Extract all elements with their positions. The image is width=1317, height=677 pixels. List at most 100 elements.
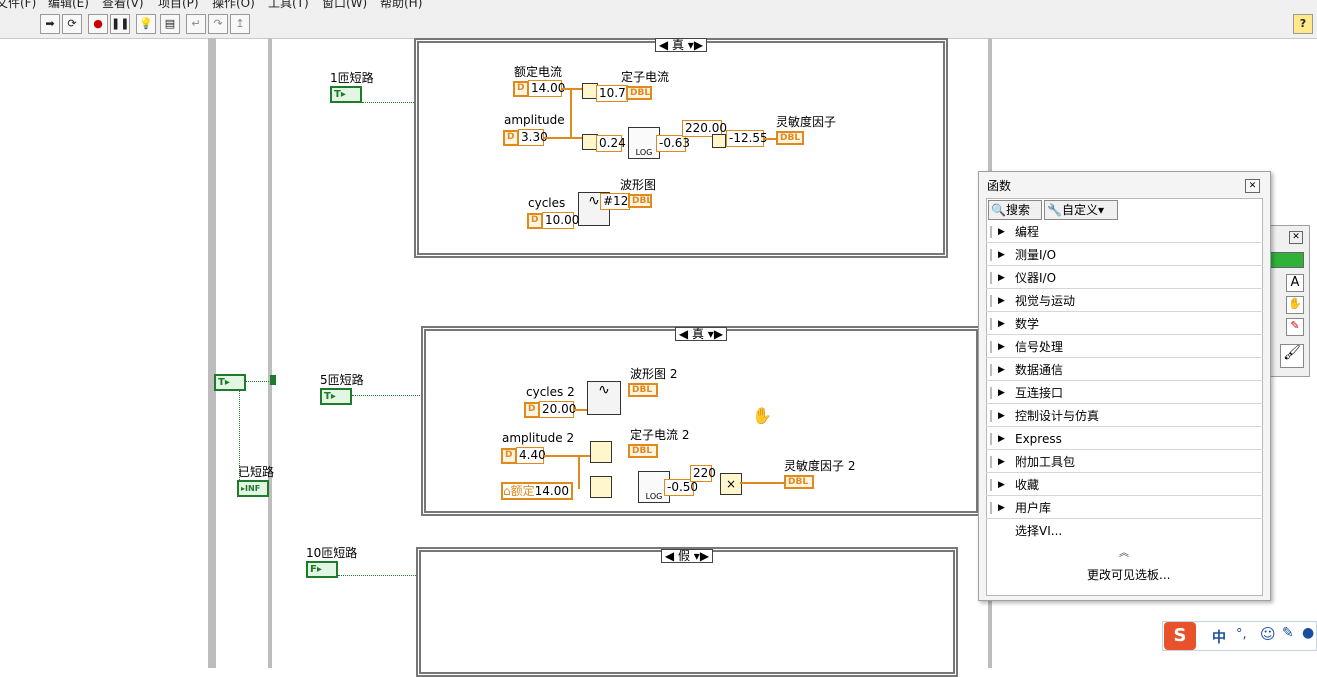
case1-wire: [362, 102, 418, 103]
expand-arrow-icon: ▶: [998, 434, 1005, 444]
case1-selector[interactable]: ◀ 真 ▾▶: [655, 38, 707, 52]
menu-tools[interactable]: 工具(T): [268, 0, 309, 10]
hand-tool-icon[interactable]: ✋: [1286, 296, 1304, 314]
outer-loop-border: [208, 38, 216, 668]
shorted-label: 已短路: [238, 465, 275, 479]
tools-close-icon[interactable]: ✕: [1289, 231, 1303, 244]
probe-tool-icon[interactable]: ✎: [1286, 318, 1304, 336]
palette-item-connectivity[interactable]: ▶ 互连接口: [986, 382, 1263, 404]
ime-punctuation[interactable]: °,: [1236, 627, 1247, 642]
palette-close-icon[interactable]: ✕: [1245, 179, 1260, 193]
sensitivity2-indicator: DBL: [784, 475, 814, 489]
waveform-label: 波形图: [620, 178, 657, 192]
case2-selector[interactable]: ◀ 真 ▾▶: [675, 327, 727, 341]
toolbar: ➡ ⟳ ● ❚❚ 💡 ▤ ↵ ↷ ↥ ?: [0, 10, 1317, 39]
palette-item-select-vi[interactable]: 选择VI...: [986, 520, 1263, 542]
cycles2-label: cycles 2: [526, 385, 575, 399]
palette-item-measurement-io[interactable]: ▶ 测量I/O: [986, 244, 1263, 266]
constant2-value[interactable]: 220: [690, 465, 716, 482]
case3-wire: [338, 575, 420, 576]
highlight-execution-icon[interactable]: 💡: [136, 14, 156, 34]
menu-edit[interactable]: 编辑(E): [48, 0, 89, 10]
shorted-indicator[interactable]: ▸INF: [237, 480, 269, 497]
palette-item-data-communication[interactable]: ▶ 数据通信: [986, 359, 1263, 381]
wire: [764, 138, 776, 140]
palette-item-express[interactable]: ▶ Express: [986, 428, 1263, 450]
palette-customize-button[interactable]: 🔧自定义▾: [1044, 200, 1118, 220]
expand-arrow-icon: ▶: [998, 503, 1005, 513]
run-continuously-icon[interactable]: ⟳: [62, 14, 82, 34]
wire: [544, 455, 590, 457]
step-into-icon[interactable]: ↵: [186, 14, 206, 34]
palette-item-addons[interactable]: ▶ 附加工具包: [986, 451, 1263, 473]
amplitude2-term: D: [501, 448, 517, 464]
palette-item-user-libraries[interactable]: ▶ 用户库: [986, 497, 1263, 519]
menu-help[interactable]: 帮助(H): [380, 0, 422, 10]
palette-item-instrument-io[interactable]: ▶ 仪器I/O: [986, 267, 1263, 289]
cycles-term: D: [527, 213, 543, 229]
amplitude2-value[interactable]: 4.40: [516, 447, 546, 464]
palette-search-button[interactable]: 🔍搜索: [988, 200, 1042, 220]
rated-current-value[interactable]: 14.00: [528, 80, 565, 97]
palette-item-mathematics[interactable]: ▶ 数学: [986, 313, 1263, 335]
wire: [574, 409, 587, 411]
step-over-icon[interactable]: ↷: [208, 14, 228, 34]
ime-mode-chinese[interactable]: 中: [1212, 627, 1226, 647]
stator-current2-indicator: DBL: [628, 444, 658, 458]
retain-wire-values-icon[interactable]: ▤: [160, 14, 180, 34]
auto-tool-icon[interactable]: [1268, 252, 1304, 268]
sensitivity-value[interactable]: -12.55: [726, 130, 768, 147]
color-brush-icon[interactable]: 🖌: [1280, 344, 1304, 368]
sogou-logo-icon[interactable]: S: [1164, 622, 1196, 650]
abort-icon[interactable]: ●: [88, 14, 108, 34]
step-out-icon[interactable]: ↥: [230, 14, 250, 34]
menu-file[interactable]: 文件(F): [0, 0, 36, 10]
pause-icon[interactable]: ❚❚: [110, 14, 130, 34]
stator-current-indicator: DBL: [626, 86, 652, 100]
palette-item-favorites[interactable]: ▶ 收藏: [986, 474, 1263, 496]
waveform-value[interactable]: #128: [600, 193, 636, 210]
case3-selector[interactable]: ◀ 假 ▾▶: [661, 549, 713, 563]
amplitude-term: D: [503, 130, 519, 146]
case3-control-label: 10匝短路: [306, 546, 358, 560]
palette-item-programming[interactable]: ▶ 编程: [986, 221, 1263, 243]
palette-item-vision-motion[interactable]: ▶ 视觉与运动: [986, 290, 1263, 312]
case1-boolean-control[interactable]: T▸: [330, 86, 362, 103]
cycles-value[interactable]: 10.00: [542, 212, 579, 229]
menu-view[interactable]: 查看(V): [102, 0, 144, 10]
help-button[interactable]: ?: [1293, 14, 1313, 34]
sensitivity-indicator: DBL: [776, 131, 804, 145]
text-tool-icon[interactable]: A: [1286, 274, 1304, 292]
cycles2-value[interactable]: 20.00: [539, 401, 576, 418]
menu-window[interactable]: 窗口(W): [322, 0, 367, 10]
waveform2-indicator: DBL: [628, 383, 658, 397]
ime-voice-icon[interactable]: ●: [1302, 625, 1314, 641]
case-structure-3[interactable]: [416, 547, 958, 677]
outer-boolean-control[interactable]: T▸: [214, 374, 246, 391]
wire: [570, 88, 572, 138]
menu-operate[interactable]: 操作(O): [212, 0, 255, 10]
log-value[interactable]: -0.63: [656, 135, 690, 152]
wrench-icon: 🔧: [1047, 203, 1062, 217]
waveform-indicator: DBL: [628, 194, 652, 208]
palette-item-signal-processing[interactable]: ▶ 信号处理: [986, 336, 1263, 358]
menu-project[interactable]: 项目(P): [158, 0, 199, 10]
ime-emoji-icon[interactable]: ☺: [1260, 625, 1276, 643]
expand-arrow-icon: ▶: [998, 388, 1005, 398]
run-arrow-icon[interactable]: ➡: [40, 14, 60, 34]
ime-handwrite-icon[interactable]: ✎: [1282, 625, 1294, 641]
case2-control-label: 5匝短路: [320, 373, 364, 387]
search-icon: 🔍: [991, 203, 1006, 217]
case2-boolean-control[interactable]: T▸: [320, 388, 352, 405]
amplitude-value[interactable]: 3.30: [518, 129, 548, 146]
divide-node-icon: [590, 441, 612, 463]
ratio-value[interactable]: 0.24: [596, 135, 626, 152]
collapse-chevron-icon[interactable]: ︽: [1119, 544, 1129, 559]
divide-node-icon: [590, 476, 612, 498]
stator-current-value[interactable]: 10.70: [596, 85, 633, 102]
palette-item-control-design[interactable]: ▶ 控制设计与仿真: [986, 405, 1263, 427]
amplitude-label: amplitude: [504, 113, 565, 127]
change-visible-palettes-link[interactable]: 更改可见选板...: [1087, 566, 1170, 583]
rated-local-variable[interactable]: ⌂额定14.00: [501, 482, 573, 500]
case3-boolean-control[interactable]: F▸: [306, 561, 338, 578]
